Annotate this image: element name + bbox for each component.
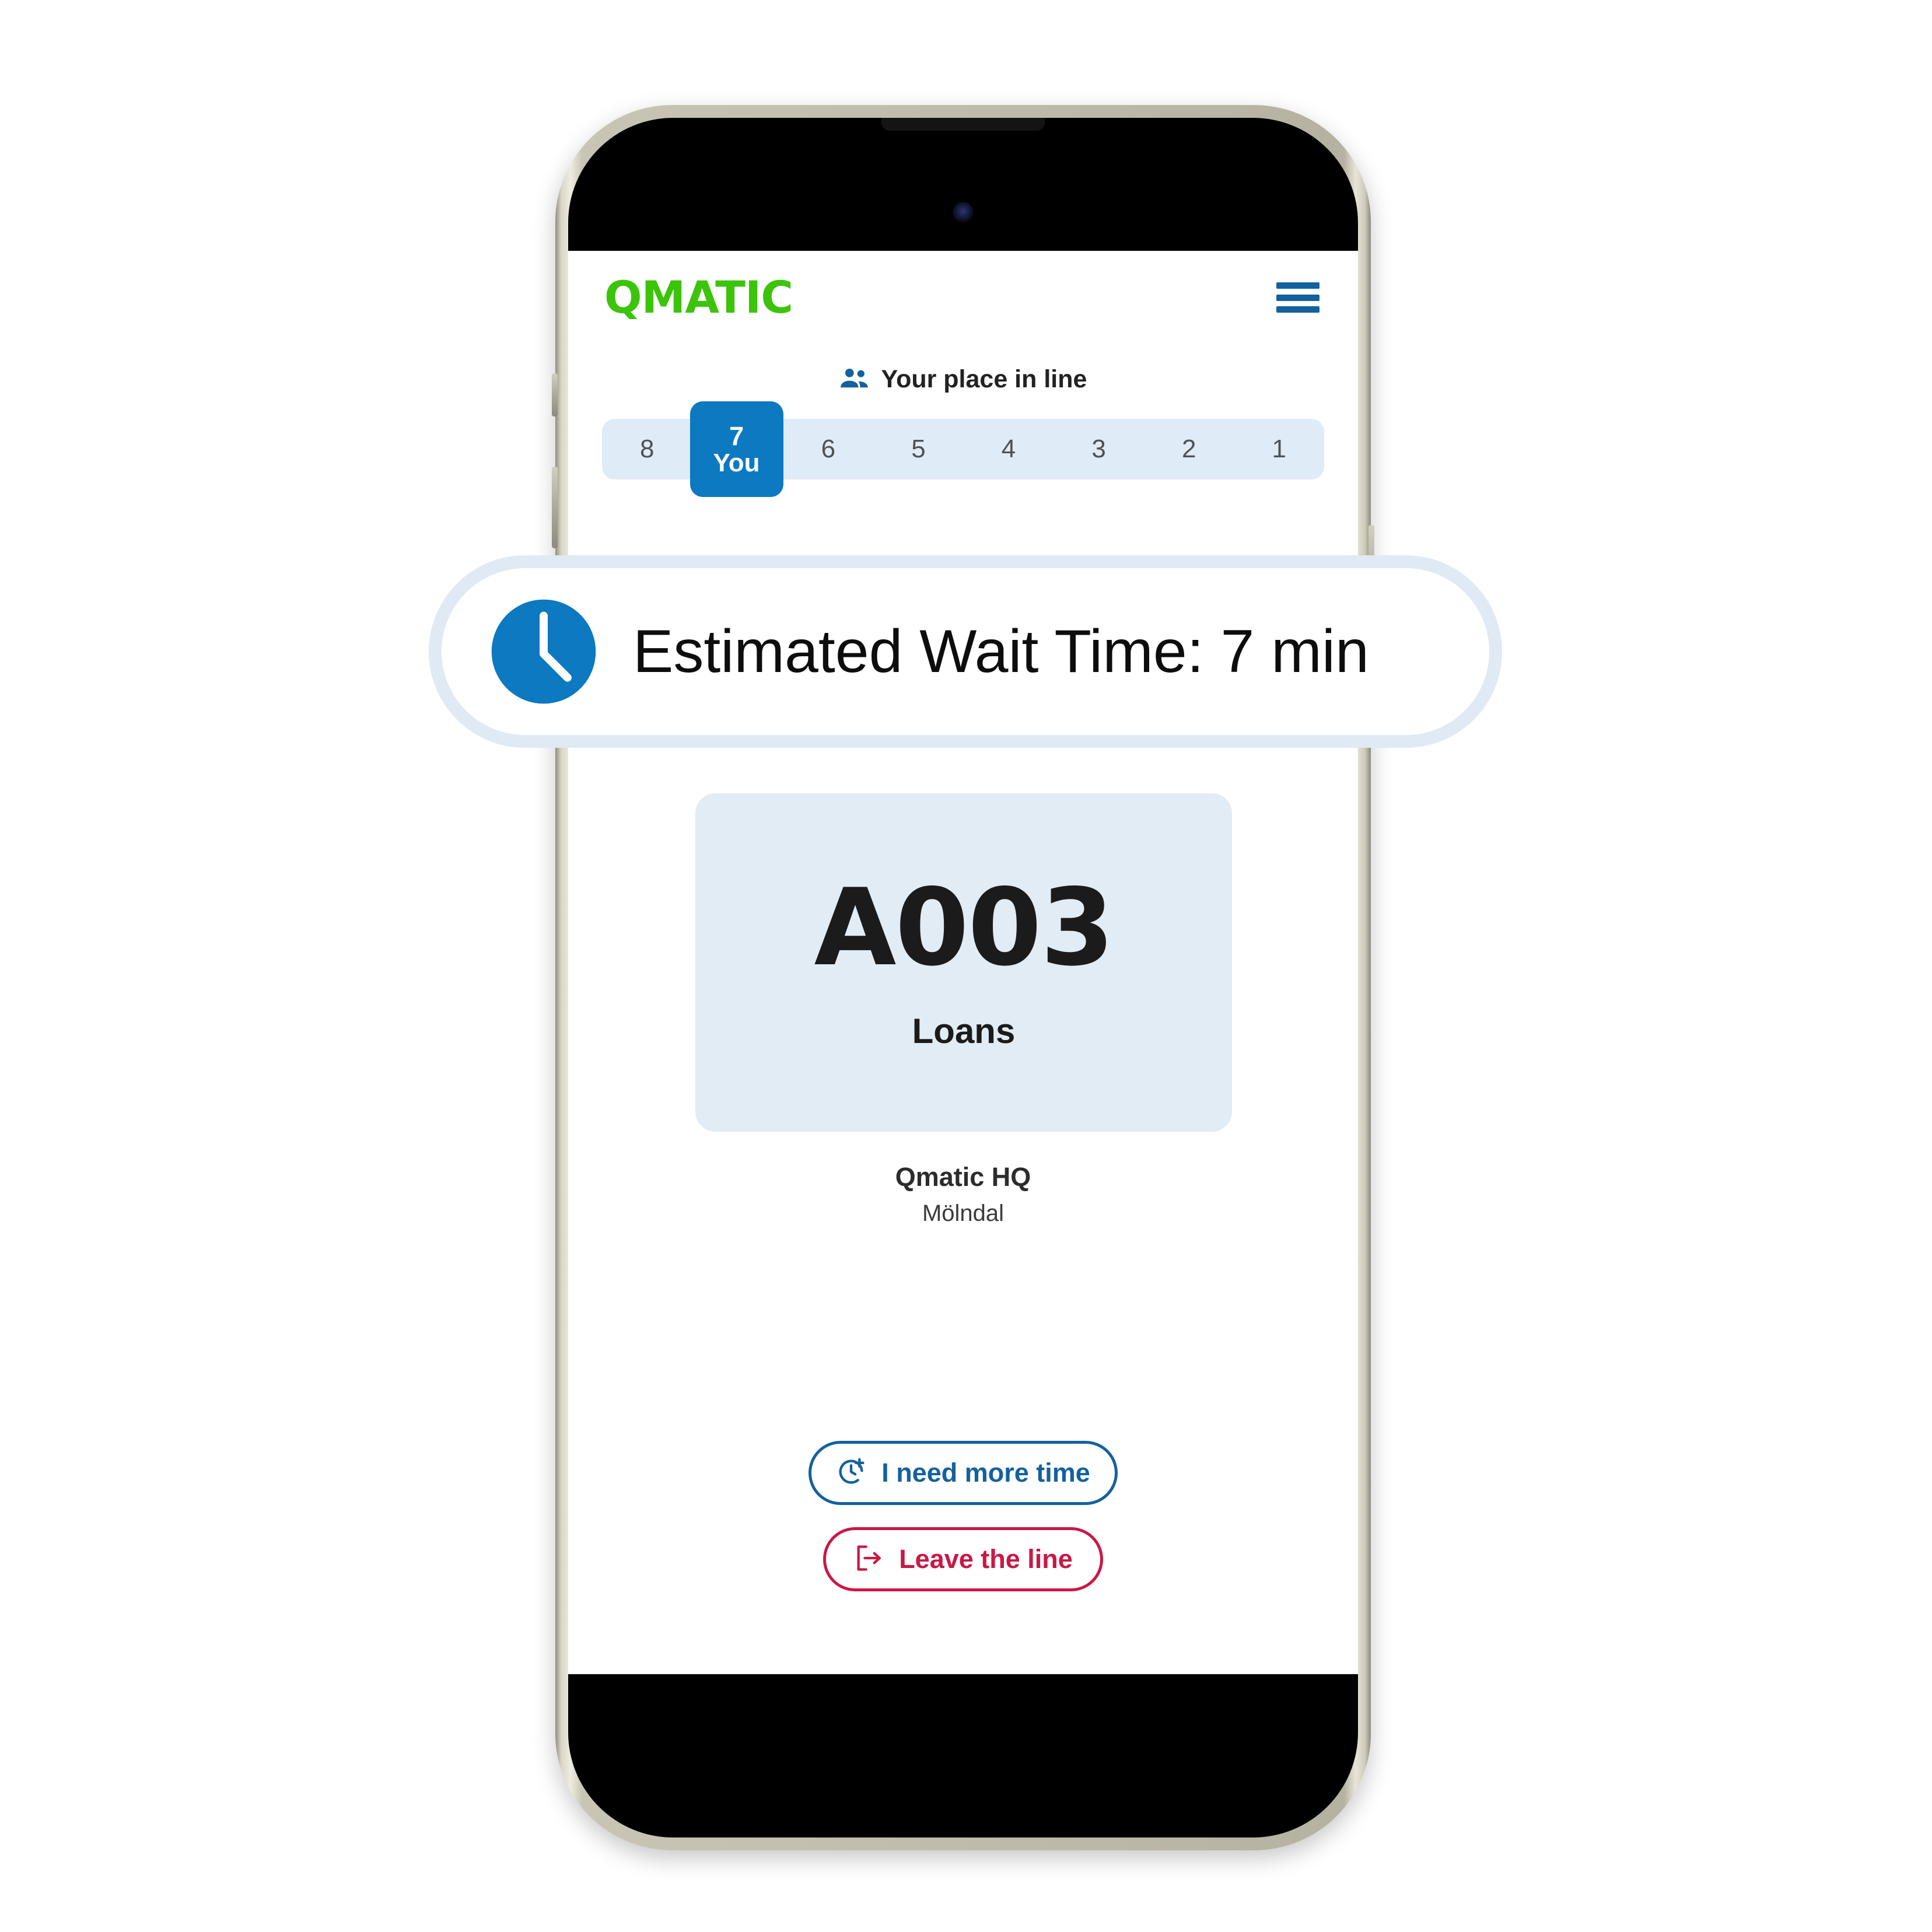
queue-cell-2: 2 — [1181, 435, 1196, 463]
queue-cell-3: 3 — [1091, 435, 1106, 463]
queue-cell-1: 1 — [1272, 435, 1286, 463]
queue-cell-4: 4 — [1001, 435, 1016, 463]
volume-up-button[interactable] — [552, 467, 558, 548]
queue-cell-you-label: You — [713, 448, 760, 477]
front-camera-icon — [953, 202, 974, 223]
i-need-more-time-label: I need more time — [881, 1458, 1090, 1488]
queue-header: Your place in line — [568, 365, 1358, 394]
clock-plus-icon — [836, 1457, 866, 1490]
branch-city: Mölndal — [922, 1200, 1005, 1226]
qmatic-logo: QMATIC — [604, 271, 793, 323]
app-header: QMATIC — [568, 251, 1358, 344]
queue-cell-5: 5 — [911, 435, 926, 463]
ticket-number: A003 — [814, 865, 1115, 989]
queue-cell-you[interactable]: 7 You — [690, 401, 783, 497]
queue-cell-you-number: 7 — [729, 421, 744, 451]
hamburger-bar — [1276, 306, 1320, 313]
leave-the-line-label: Leave the line — [899, 1544, 1073, 1574]
hamburger-bar — [1276, 282, 1320, 289]
queue-position-strip: 8 7 You 6 5 4 3 2 1 — [602, 401, 1324, 497]
logout-icon — [853, 1543, 884, 1576]
ticket-card: A003 Loans — [695, 793, 1232, 1132]
queue-cell-8: 8 — [640, 435, 654, 463]
leave-the-line-button[interactable]: Leave the line — [823, 1527, 1103, 1591]
branch-name: Qmatic HQ — [895, 1162, 1031, 1192]
earpiece-speaker-slot — [881, 118, 1045, 131]
hamburger-bar — [1276, 294, 1320, 301]
estimated-wait-time-banner: Estimated Wait Time: 7 min — [429, 555, 1502, 748]
estimated-wait-time-text: Estimated Wait Time: 7 min — [633, 617, 1369, 685]
i-need-more-time-button[interactable]: I need more time — [808, 1441, 1118, 1505]
queue-cell-6: 6 — [821, 435, 836, 463]
silent-switch-button[interactable] — [552, 373, 558, 416]
queue-header-label: Your place in line — [881, 365, 1087, 393]
people-group-icon — [839, 366, 870, 393]
app-screen: QMATIC Your place in line 8 7 You 6 5 4 … — [568, 251, 1358, 1674]
clock-icon — [489, 597, 598, 706]
hamburger-menu-icon[interactable] — [1276, 282, 1320, 313]
ticket-service-name: Loans — [912, 1011, 1016, 1051]
